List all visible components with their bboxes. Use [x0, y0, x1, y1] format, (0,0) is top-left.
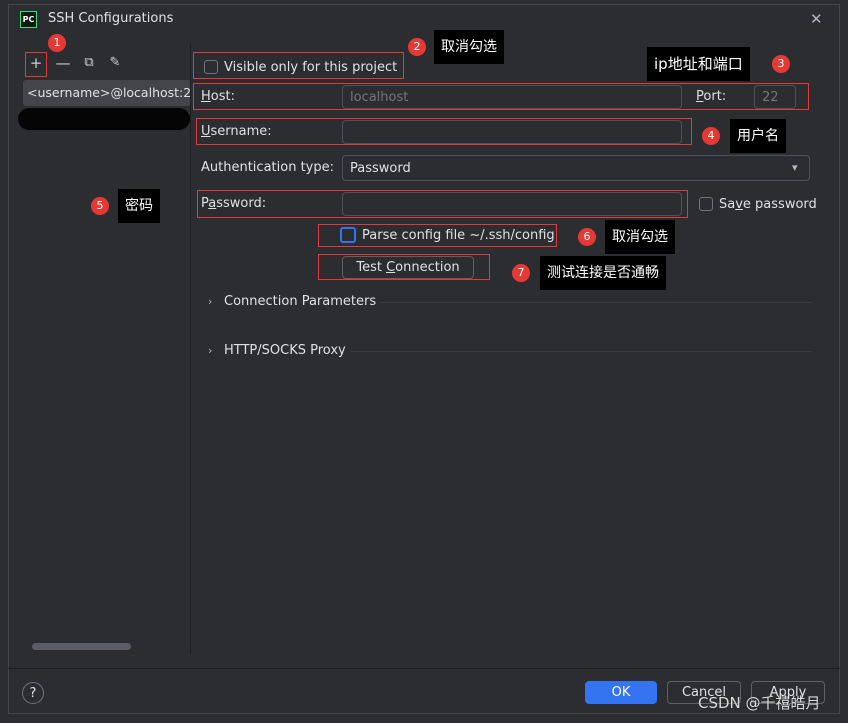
- footer-divider: [8, 668, 840, 669]
- annotation-badge-7: 7: [512, 264, 530, 282]
- connection-parameters-section[interactable]: Connection Parameters: [224, 294, 376, 309]
- config-list-item[interactable]: <username>@localhost:22: [23, 80, 191, 106]
- test-connection-button[interactable]: Test Connection: [342, 256, 474, 279]
- host-input[interactable]: [342, 85, 682, 109]
- host-label: Host:: [201, 89, 235, 104]
- section-separator: [380, 302, 812, 303]
- annotation-badge-3: 3: [772, 55, 790, 73]
- visible-only-label: Visible only for this project: [224, 60, 398, 75]
- section-separator: [350, 351, 812, 352]
- redaction-mark: [18, 108, 190, 130]
- port-label: Port:: [696, 89, 727, 104]
- csdn-watermark: CSDN @千禧皓月: [698, 694, 821, 712]
- edit-icon[interactable]: ✎: [104, 53, 126, 75]
- visible-only-checkbox[interactable]: [204, 60, 218, 74]
- config-list-panel: [14, 44, 190, 652]
- annotation-callout-3: ip地址和端口: [647, 47, 750, 81]
- copy-icon[interactable]: ⧉: [78, 53, 100, 75]
- window-title: SSH Configurations: [48, 11, 174, 26]
- add-icon[interactable]: +: [25, 52, 47, 77]
- annotation-callout-5: 密码: [118, 189, 160, 223]
- auth-type-label: Authentication type:: [201, 160, 334, 175]
- annotation-badge-2: 2: [408, 38, 426, 56]
- chevron-right-icon[interactable]: ›: [208, 295, 212, 308]
- auth-type-select[interactable]: Password ▾: [342, 155, 810, 181]
- annotation-callout-6: 取消勾选: [605, 220, 675, 254]
- close-icon[interactable]: ✕: [810, 10, 823, 28]
- password-input[interactable]: [342, 192, 682, 216]
- pycharm-app-icon: PC: [20, 11, 37, 28]
- remove-icon[interactable]: —: [52, 53, 74, 75]
- http-socks-proxy-section[interactable]: HTTP/SOCKS Proxy: [224, 343, 346, 358]
- annotation-badge-6: 6: [578, 228, 596, 246]
- parse-config-checkbox[interactable]: [340, 227, 356, 243]
- annotation-badge-5: 5: [91, 197, 109, 215]
- port-input[interactable]: [754, 85, 796, 109]
- chevron-down-icon: ▾: [792, 161, 798, 174]
- annotation-badge-1: 1: [48, 34, 66, 52]
- username-label: Username:: [201, 124, 272, 139]
- help-icon[interactable]: ?: [22, 682, 44, 704]
- annotation-callout-7: 测试连接是否通畅: [540, 256, 666, 290]
- chevron-right-icon[interactable]: ›: [208, 344, 212, 357]
- ok-button[interactable]: OK: [585, 681, 657, 704]
- parse-config-label: Parse config file ~/.ssh/config: [362, 228, 555, 243]
- annotation-badge-4: 4: [702, 127, 720, 145]
- save-password-label: Save password: [719, 197, 817, 212]
- annotation-callout-4: 用户名: [730, 119, 786, 153]
- annotation-callout-2: 取消勾选: [434, 30, 504, 64]
- auth-type-value: Password: [350, 161, 411, 176]
- horizontal-scrollbar[interactable]: [32, 643, 131, 650]
- username-input[interactable]: [342, 120, 682, 144]
- password-label: Password:: [201, 196, 267, 211]
- panel-divider[interactable]: [190, 44, 191, 654]
- save-password-checkbox[interactable]: [699, 197, 713, 211]
